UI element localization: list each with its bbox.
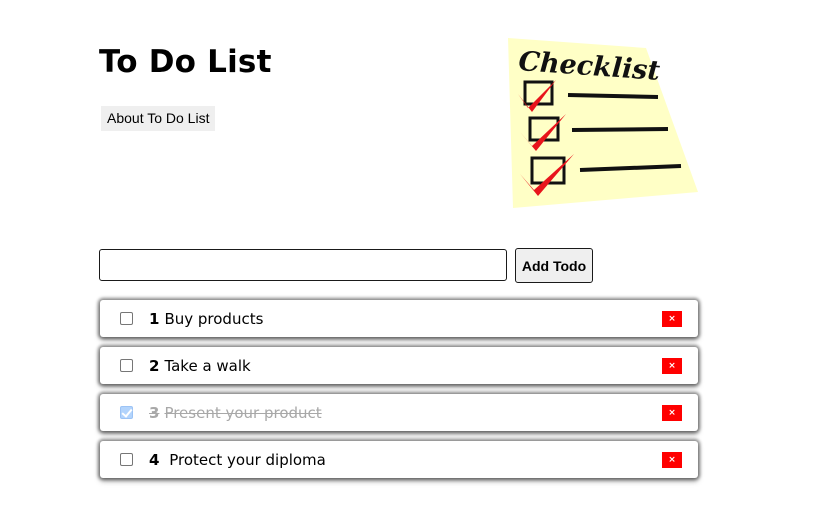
todo-item-completed: 3 Present your product ×: [100, 394, 698, 431]
todo-number: 3: [149, 404, 160, 422]
add-todo-button[interactable]: Add Todo: [515, 248, 593, 283]
todo-text: Buy products: [164, 310, 264, 328]
todo-number: 2: [149, 357, 160, 375]
checklist-line-1: [567, 93, 659, 99]
delete-todo-button[interactable]: ×: [662, 311, 682, 327]
todo-number: 1: [149, 310, 160, 328]
checklist-line-2: [571, 127, 669, 132]
todo-checkbox-checked[interactable]: [120, 406, 133, 419]
page-title: To Do List: [99, 44, 272, 80]
todo-list: 1 Buy products × 2 Take a walk × 3 Present …: [100, 300, 698, 488]
todo-item: 4 Protect your diploma ×: [100, 441, 698, 478]
delete-todo-button[interactable]: ×: [662, 405, 682, 421]
todo-checkbox[interactable]: [120, 453, 133, 466]
todo-input[interactable]: [99, 249, 507, 281]
todo-page: To Do List About To Do List Checklist Ad…: [0, 0, 830, 520]
todo-item: 2 Take a walk ×: [100, 347, 698, 384]
todo-text: Present your product: [164, 404, 322, 422]
todo-text: Take a walk: [164, 357, 251, 375]
todo-label: 4 Protect your diploma: [149, 441, 326, 480]
delete-todo-button[interactable]: ×: [662, 358, 682, 374]
todo-label: 3 Present your product: [149, 394, 322, 433]
delete-todo-button[interactable]: ×: [662, 452, 682, 468]
todo-label: 1 Buy products: [149, 300, 263, 339]
todo-number: 4: [149, 451, 160, 469]
todo-checkbox[interactable]: [120, 359, 133, 372]
todo-checkbox[interactable]: [120, 312, 133, 325]
todo-text: Protect your diploma: [164, 451, 326, 469]
todo-label: 2 Take a walk: [149, 347, 251, 386]
about-button[interactable]: About To Do List: [101, 106, 216, 131]
todo-item: 1 Buy products ×: [100, 300, 698, 337]
checklist-illustration: Checklist: [508, 38, 698, 208]
